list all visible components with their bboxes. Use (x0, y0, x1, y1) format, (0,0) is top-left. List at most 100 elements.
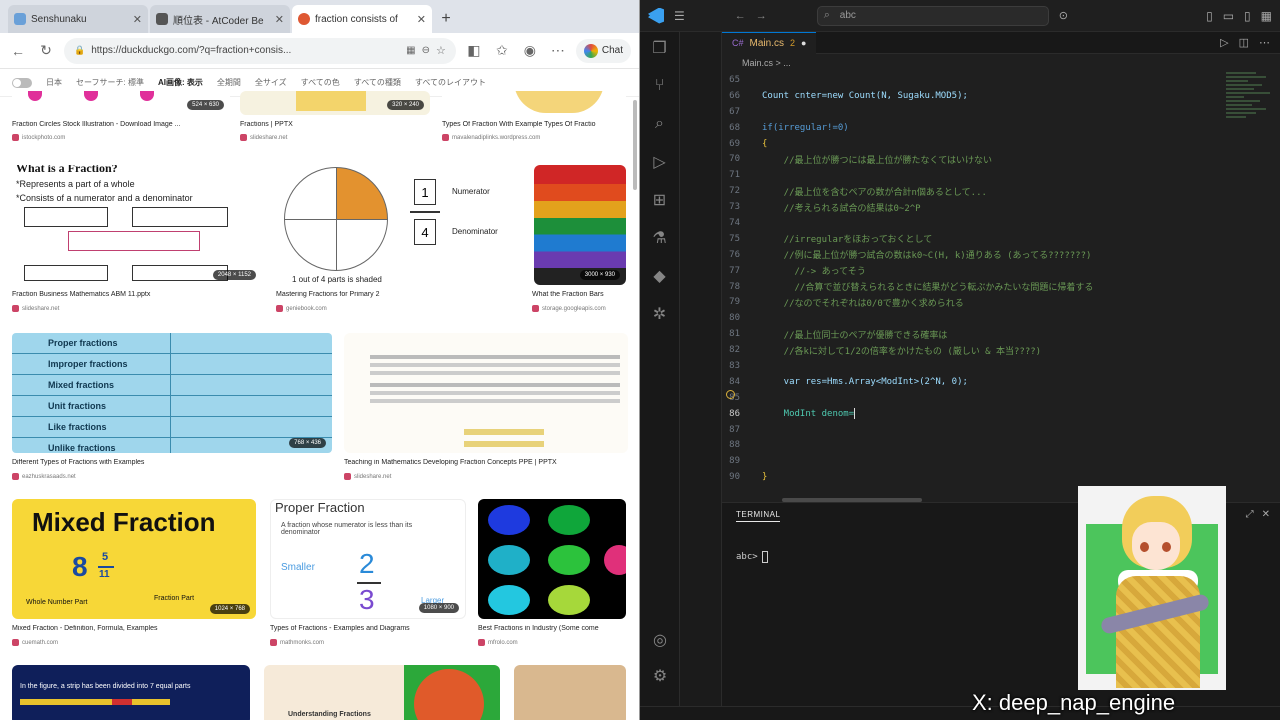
source-control-icon[interactable]: ⑂ (650, 76, 670, 96)
status-bar (640, 706, 1280, 720)
filter-layout[interactable]: すべてのレイアウト (415, 77, 486, 88)
image-result[interactable]: Proper fractions Improper fractions Mixe… (12, 333, 332, 483)
filter-size[interactable]: 全サイズ (255, 77, 287, 88)
close-panel-icon[interactable]: ✕ (1262, 509, 1270, 520)
run-icon[interactable]: ▷ (1220, 36, 1228, 49)
nav-back-icon[interactable]: ← (735, 10, 746, 22)
image-result[interactable]: Types Of Fraction With Example Types Of … (442, 91, 626, 147)
activity-bar: ❐ ⑂ ⌕ ▷ ⊞ ⚗ ◆ ✲ ◎ ⚙ (640, 32, 680, 720)
result-thumbnail[interactable] (478, 499, 626, 619)
zoom-icon[interactable]: ⊖ (422, 45, 430, 56)
image-result[interactable]: Teaching in Mathematics Developing Fract… (344, 333, 628, 483)
search-icon[interactable]: ⌕ (650, 114, 670, 134)
filter-type[interactable]: すべての種類 (354, 77, 401, 88)
filter-region[interactable]: 日本 (46, 77, 62, 88)
terminal-prompt[interactable]: abc> (736, 551, 768, 563)
result-thumbnail[interactable]: 320 × 240 (240, 91, 430, 115)
result-thumbnail[interactable]: 524 × 630 (12, 91, 230, 115)
favorite-star-icon[interactable]: ☆ (436, 44, 446, 57)
image-result[interactable]: Best Fractions in Industry (Some come mf… (478, 499, 626, 649)
image-result[interactable]: What is a Fraction? *Represents a part o… (12, 165, 262, 315)
address-bar[interactable]: 🔒 https://duckduckgo.com/?q=fraction+con… (64, 37, 456, 64)
copilot-icon (583, 43, 598, 58)
tab-close-icon[interactable]: ✕ (417, 13, 426, 26)
image-result[interactable]: Understanding Fractions (264, 665, 500, 720)
image-dimensions-badge: 3000 × 930 (579, 270, 620, 280)
customize-layout-icon[interactable]: ▦ (1261, 9, 1272, 23)
result-thumbnail[interactable]: Mixed Fraction 8 5 11 Whole Number Part … (12, 499, 256, 619)
browser-tab-2[interactable]: 順位表 - AtCoder Be ✕ (150, 5, 290, 33)
more-menu-icon[interactable]: ⋯ (548, 41, 568, 61)
code-line: 79 //なのでそれぞれは0/0で豊かく求められる (729, 297, 964, 309)
filter-color[interactable]: すべての色 (301, 77, 340, 88)
split-editor-icon[interactable]: ◫ (1239, 36, 1249, 49)
command-center-search[interactable]: abc (816, 5, 1049, 26)
account-icon[interactable]: ◎ (650, 630, 670, 650)
result-thumbnail[interactable]: Proper Fraction A fraction whose numerat… (270, 499, 466, 619)
result-caption: Teaching in Mathematics Developing Fract… (344, 459, 557, 466)
browser-tab-3[interactable]: fraction consists of ✕ (292, 5, 432, 33)
result-thumbnail[interactable] (344, 333, 628, 453)
tab-close-icon[interactable]: ✕ (275, 13, 284, 26)
filter-toggle[interactable] (12, 77, 32, 88)
toggle-secondary-sidebar-icon[interactable]: ▯ (1244, 9, 1251, 23)
translate-icon[interactable]: ▦ (406, 45, 415, 56)
toggle-panel-icon[interactable]: ▭ (1223, 9, 1234, 23)
result-thumbnail[interactable]: Understanding Fractions (264, 665, 500, 720)
explorer-icon[interactable]: ❐ (650, 38, 670, 58)
image-result[interactable]: 1 4 Numerator Denominator 1 out of 4 par… (276, 165, 520, 315)
image-result[interactable] (514, 665, 626, 720)
minimap[interactable] (1226, 72, 1276, 492)
python-icon[interactable]: ◆ (650, 266, 670, 286)
result-thumbnail[interactable]: Proper fractions Improper fractions Mixe… (12, 333, 332, 453)
copilot-chat-button[interactable]: Chat (575, 38, 631, 63)
new-tab-button[interactable]: + (434, 7, 458, 31)
result-thumbnail[interactable]: In the figure, a strip has been divided … (12, 665, 250, 720)
maximize-panel-icon[interactable]: ⤢ (1246, 509, 1254, 520)
toggle-sidebar-icon[interactable]: ▯ (1206, 9, 1213, 23)
image-result[interactable]: In the figure, a strip has been divided … (12, 665, 250, 720)
lightbulb-icon[interactable] (726, 390, 735, 399)
menu-icon[interactable]: ☰ (674, 9, 685, 23)
result-thumbnail[interactable] (514, 665, 626, 720)
image-result[interactable]: 524 × 630 Fraction Circles Stock Illustr… (12, 91, 230, 147)
settings-sync-icon[interactable]: ✲ (650, 304, 670, 324)
result-thumbnail[interactable]: 1 4 Numerator Denominator 1 out of 4 par… (276, 165, 520, 285)
extensions-icon[interactable]: ⊞ (650, 190, 670, 210)
run-debug-icon[interactable]: ▷ (650, 152, 670, 172)
numerator-box: 1 (414, 179, 436, 205)
more-actions-icon[interactable]: ⋯ (1259, 36, 1270, 49)
filter-safesearch[interactable]: セーフサーチ: 標準 (76, 77, 144, 88)
terminal-tab[interactable]: TERMINAL (736, 510, 781, 522)
reload-icon[interactable]: ↻ (36, 41, 56, 61)
nav-forward-icon[interactable]: → (756, 10, 767, 22)
image-result[interactable]: Mixed Fraction 8 5 11 Whole Number Part … (12, 499, 256, 649)
editor-tab-main[interactable]: C# Main.cs 2 ● (722, 31, 817, 54)
filter-ai-images[interactable]: AI画像: 表示 (158, 77, 203, 88)
split-screen-icon[interactable]: ◧ (464, 41, 484, 61)
image-result[interactable]: 320 × 240 Fractions | PPTX slideshare.ne… (240, 91, 430, 147)
result-source: storage.googleapis.com (532, 305, 626, 312)
result-thumbnail[interactable] (442, 91, 626, 115)
favorites-icon[interactable]: ✩ (492, 41, 512, 61)
csharp-file-icon: C# (732, 38, 744, 48)
back-icon[interactable]: ← (8, 41, 28, 61)
breadcrumb[interactable]: Main.cs > ... (722, 54, 1280, 72)
tab-close-icon[interactable]: ✕ (133, 13, 142, 26)
result-thumbnail[interactable]: 3000 × 930 (534, 165, 626, 285)
image-result[interactable]: Proper Fraction A fraction whose numerat… (270, 499, 466, 649)
browser-tab-1[interactable]: Senshunaku ✕ (8, 5, 148, 33)
code-editor[interactable]: 65 66 Count cnter=new Count(N, Sugaku.MOD… (722, 72, 1262, 492)
profile-avatar-icon[interactable]: ◉ (520, 41, 540, 61)
testing-icon[interactable]: ⚗ (650, 228, 670, 248)
code-line: 69{ (729, 138, 768, 149)
terminal-cursor (761, 551, 768, 563)
code-line: 78 //合算で並び替えられるときに結果がどう転ぶかみたいな問題に帰着する (729, 281, 1094, 294)
page-scrollbar[interactable] (633, 100, 637, 190)
browser-window: Senshunaku ✕ 順位表 - AtCoder Be ✕ fraction… (0, 0, 640, 720)
copilot-icon[interactable]: ⊙ (1059, 9, 1068, 22)
image-result[interactable]: 3000 × 930 What the Fraction Bars storag… (532, 165, 626, 315)
gear-icon[interactable]: ⚙ (650, 666, 670, 686)
filter-period[interactable]: 全期間 (217, 77, 241, 88)
result-thumbnail[interactable]: What is a Fraction? *Represents a part o… (12, 165, 262, 285)
